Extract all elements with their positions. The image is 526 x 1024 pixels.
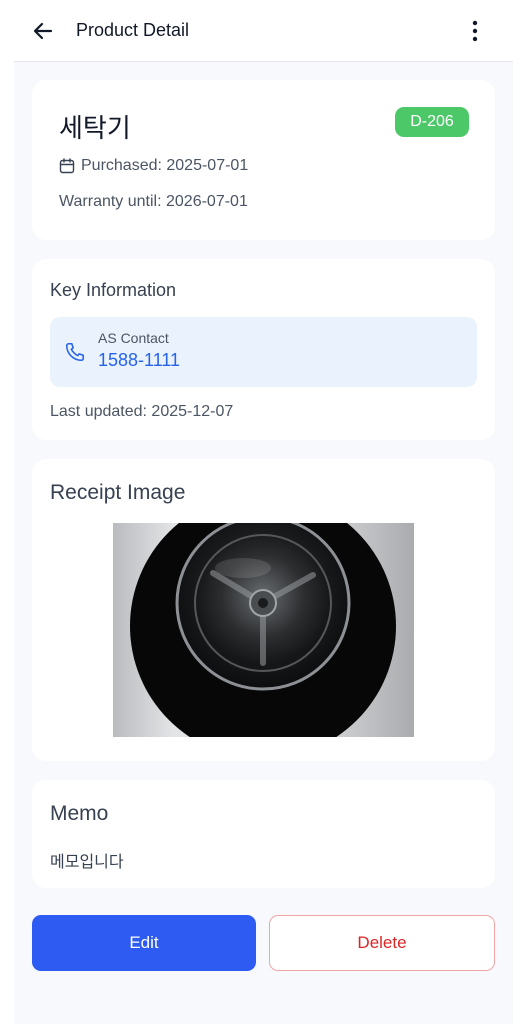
calendar-icon <box>59 158 75 174</box>
back-button[interactable] <box>32 19 54 43</box>
memo-text: 메모입니다 <box>50 852 124 871</box>
receipt-image[interactable] <box>113 523 414 737</box>
product-name: 세탁기 <box>59 114 131 144</box>
delete-button[interactable]: Delete <box>269 915 495 971</box>
app-frame: Product Detail 세탁기 D-206 Purchased: 2025… <box>14 0 513 1024</box>
more-options-button[interactable] <box>464 18 486 44</box>
page-title: Product Detail <box>76 20 190 40</box>
purchased-date-row: Purchased: 2025-07-01 <box>59 157 248 175</box>
arrow-left-icon <box>33 22 53 40</box>
as-contact-number[interactable]: 1588-1111 <box>98 350 180 371</box>
phone-icon <box>65 342 85 362</box>
edit-button[interactable]: Edit <box>32 915 256 971</box>
washing-machine-photo <box>130 523 396 737</box>
app-bar: Product Detail <box>14 0 513 62</box>
last-updated: Last updated: 2025-12-07 <box>50 403 234 420</box>
purchased-date: Purchased: 2025-07-01 <box>81 157 249 174</box>
receipt-image-card: Receipt Image <box>32 459 495 761</box>
key-information-title: Key Information <box>50 280 177 300</box>
memo-title: Memo <box>50 802 109 825</box>
memo-card: Memo 메모입니다 <box>32 780 495 888</box>
product-code-badge: D-206 <box>395 107 469 137</box>
product-summary-card: 세탁기 D-206 Purchased: 2025-07-01 Warranty… <box>32 80 495 240</box>
receipt-image-title: Receipt Image <box>50 481 186 504</box>
as-contact-box[interactable]: AS Contact 1588-1111 <box>50 317 477 387</box>
key-information-card: Key Information AS Contact 1588-1111 Las… <box>32 259 495 440</box>
as-contact-label: AS Contact <box>98 330 169 346</box>
more-vertical-icon <box>472 20 478 42</box>
warranty-date: Warranty until: 2026-07-01 <box>59 193 248 210</box>
